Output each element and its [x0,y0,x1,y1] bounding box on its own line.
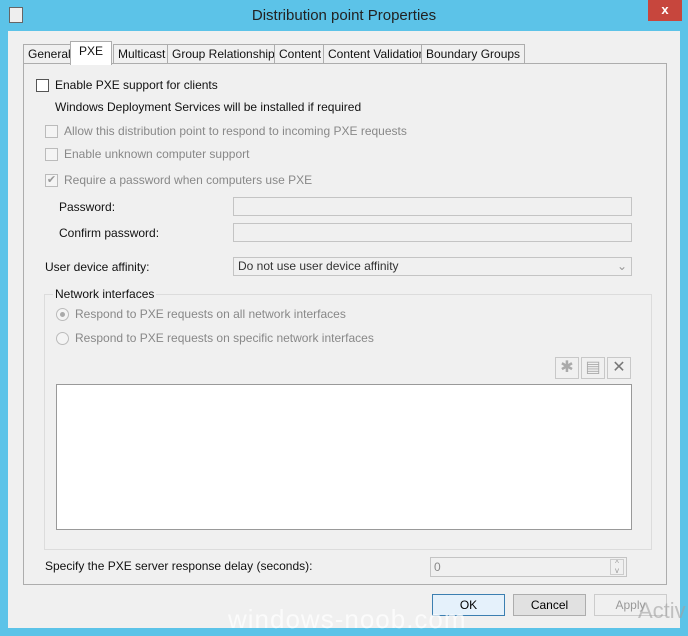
unknown-computer-label: Enable unknown computer support [64,147,250,161]
cancel-button[interactable]: Cancel [513,594,586,616]
checkmark-icon: ✔ [46,174,57,186]
radio-specific-label: Respond to PXE requests on specific netw… [75,331,374,345]
star-icon: ✱ [560,359,574,376]
affinity-label: User device affinity: [45,260,150,274]
radio-specific-interfaces[interactable] [56,332,69,345]
properties-interface-button[interactable]: ▤ [581,357,605,379]
app-icon [9,7,23,23]
properties-icon: ▤ [585,359,601,376]
watermark-activate: Activ [638,598,686,623]
tab-content-validation[interactable]: Content Validation [323,44,431,64]
chevron-down-icon: ⌄ [616,259,627,273]
enable-pxe-label: Enable PXE support for clients [55,78,218,92]
password-input[interactable] [233,197,632,216]
require-password-checkbox[interactable]: ✔ [45,174,58,187]
delay-value: 0 [434,560,441,574]
close-button[interactable]: x [648,0,682,21]
confirm-password-input[interactable] [233,223,632,242]
radio-all-label: Respond to PXE requests on all network i… [75,307,346,321]
radio-all-interfaces[interactable] [56,308,69,321]
tab-boundary-groups[interactable]: Boundary Groups [421,44,526,64]
tab-general[interactable]: General [23,44,76,64]
confirm-password-label: Confirm password: [59,226,160,240]
tab-pxe[interactable]: PXE [70,41,112,65]
allow-pxe-checkbox[interactable] [45,125,58,138]
allow-pxe-label: Allow this distribution point to respond… [64,124,407,138]
enable-pxe-checkbox[interactable] [36,79,49,92]
affinity-select[interactable]: Do not use user device affinity ⌄ [233,257,632,276]
affinity-value: Do not use user device affinity [238,259,399,273]
password-label: Password: [59,200,116,214]
tab-multicast[interactable]: Multicast [113,44,171,64]
new-interface-button[interactable]: ✱ [555,357,579,379]
require-password-label: Require a password when computers use PX… [64,173,313,187]
network-interfaces-list[interactable] [56,384,632,530]
unknown-computer-checkbox[interactable] [45,148,58,161]
window-title: Distribution point Properties [251,7,437,24]
wds-note: Windows Deployment Services will be inst… [55,100,362,114]
spinner-arrows-icon[interactable]: ^ v [610,559,624,575]
network-interfaces-label: Network interfaces [53,287,157,301]
delay-spinner[interactable]: 0 ^ v [430,557,627,577]
tab-content[interactable]: Content [274,44,327,64]
delay-label: Specify the PXE server response delay (s… [45,559,313,573]
delete-interface-button[interactable]: ✕ [607,357,631,379]
delete-x-icon: ✕ [612,359,626,376]
tab-group-relationships[interactable]: Group Relationships [167,44,286,64]
watermark-site: windows-noob.com [228,604,467,634]
title-bar: Distribution point Properties [0,0,688,32]
